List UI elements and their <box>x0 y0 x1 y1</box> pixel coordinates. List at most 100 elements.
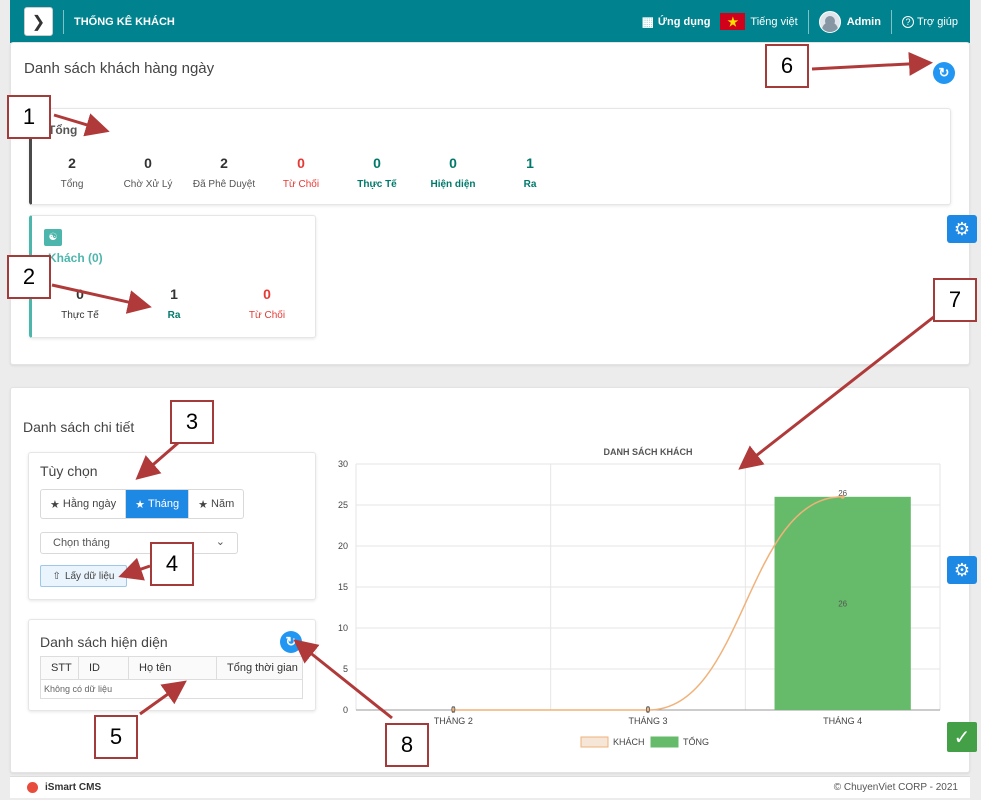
top-bar: ❯ THỐNG KÊ KHÁCH ▦ Ứng dụng ★ Tiếng việt A… <box>10 0 970 43</box>
refresh-presence-button[interactable]: ↻ <box>280 631 302 653</box>
gear-icon: ⚙ <box>953 559 971 580</box>
stat-value: 0 <box>263 286 271 302</box>
annotation-5: 5 <box>94 715 138 759</box>
menu-toggle-button[interactable]: ❯ <box>24 7 53 36</box>
stat-label: Thực Tế <box>61 310 99 321</box>
presence-table: STT ID Họ tên Tổng thời gian Không có dữ… <box>40 656 303 699</box>
stat-label: Từ Chối <box>248 310 286 321</box>
annotation-7: 7 <box>933 278 977 322</box>
period-label: Tháng <box>147 498 180 510</box>
star-icon: ★ <box>135 498 145 511</box>
language-selector[interactable]: ★ Tiếng việt <box>720 13 798 30</box>
settings-button[interactable]: ⚙ <box>947 215 977 243</box>
footer: iSmart CMS © ChuyenViet CORP - 2021 <box>10 776 970 798</box>
stat-label: Ra <box>167 310 181 321</box>
brand-logo-icon <box>27 782 38 793</box>
language-label: Tiếng việt <box>750 15 798 28</box>
options-title: Tùy chọn <box>40 463 98 479</box>
annotation-6: 6 <box>765 44 809 88</box>
chevron-down-icon: ⌄ <box>215 536 225 548</box>
star-icon: ★ <box>50 498 60 511</box>
empty-message: Không có dữ liệu <box>40 679 303 699</box>
stat-value: 0 <box>76 286 84 302</box>
stat-value: 1 <box>526 155 534 171</box>
period-label: Năm <box>211 498 235 510</box>
summary-stat: 2 Tổng <box>32 155 112 190</box>
guest-stat: 0 Từ Chối <box>227 286 307 321</box>
table-header-row: STT ID Họ tên Tổng thời gian <box>40 656 303 680</box>
user-name: Admin <box>846 15 881 28</box>
stat-label: Ra <box>523 179 537 190</box>
annotation-3: 3 <box>170 400 214 444</box>
divider <box>807 9 809 34</box>
annotation-8: 8 <box>385 723 429 767</box>
summary-stat: 0 Chờ Xử Lý <box>108 155 188 190</box>
settings-button[interactable]: ⚙ <box>947 556 977 584</box>
divider <box>63 9 64 34</box>
get-data-button[interactable]: ⇧ Lấy dữ liệu <box>40 565 127 587</box>
vietnam-flag-icon: ★ <box>720 13 746 30</box>
stat-label: Thực Tế <box>357 179 397 190</box>
summary-stat: 0 Từ Chối <box>261 155 341 190</box>
apps-label: Ứng dụng <box>657 15 711 28</box>
summary-stat: 0 Hiện diện <box>413 155 493 190</box>
apps-button[interactable]: ▦ Ứng dụng <box>642 14 711 30</box>
daily-title: Danh sách khách hàng ngày <box>24 60 215 77</box>
stat-value: 0 <box>144 155 152 171</box>
month-select-placeholder: Chọn tháng <box>53 537 110 549</box>
refresh-icon: ↻ <box>285 634 297 649</box>
stat-value: 2 <box>68 155 76 171</box>
annotation-2: 2 <box>7 255 51 299</box>
table-row: Không có dữ liệu <box>40 679 303 699</box>
summary-stat: 0 Thực Tế <box>337 155 417 190</box>
user-menu[interactable]: Admin <box>818 10 881 33</box>
month-select[interactable]: Chọn tháng ⌄ <box>40 532 238 554</box>
period-year-button[interactable]: ★ Năm <box>189 490 243 518</box>
guest-icon: ☯ <box>44 229 62 246</box>
confirm-button[interactable]: ✓ <box>947 722 977 752</box>
stat-label: Chờ Xử Lý <box>123 179 173 190</box>
guest-title: Khách (0) <box>48 251 103 265</box>
presence-title: Danh sách hiện diện <box>40 634 168 650</box>
detail-title: Danh sách chi tiết <box>23 419 135 435</box>
get-data-label: Lấy dữ liệu <box>64 570 115 582</box>
summary-title: Tổng <box>48 123 78 137</box>
period-label: Hằng ngày <box>62 498 117 510</box>
stat-label: Hiện diện <box>430 179 476 190</box>
col-total-time[interactable]: Tổng thời gian <box>216 656 303 680</box>
col-name[interactable]: Họ tên <box>128 656 217 680</box>
help-button[interactable]: ? Trợ giúp <box>901 15 958 28</box>
check-icon: ✓ <box>953 726 971 749</box>
brand-name: iSmart CMS <box>45 782 102 793</box>
chevron-right-icon: ❯ <box>31 13 46 31</box>
period-selector: ★ Hằng ngày ★ Tháng ★ Năm <box>40 489 245 519</box>
help-label: Trợ giúp <box>916 15 958 28</box>
summary-stat: 1 Ra <box>490 155 570 190</box>
annotation-4: 4 <box>150 542 194 586</box>
guest-stat: 1 Ra <box>134 286 214 321</box>
period-month-button[interactable]: ★ Tháng <box>126 490 190 518</box>
stat-label: Đã Phê Duyệt <box>192 179 256 190</box>
stat-value: 2 <box>220 155 228 171</box>
col-stt[interactable]: STT <box>40 656 79 680</box>
stat-label: Tổng <box>60 179 84 190</box>
gear-icon: ⚙ <box>953 218 971 239</box>
stat-value: 0 <box>297 155 305 171</box>
stat-value: 0 <box>449 155 457 171</box>
refresh-daily-button[interactable]: ↻ <box>933 62 955 84</box>
star-icon: ★ <box>198 498 209 511</box>
period-daily-button[interactable]: ★ Hằng ngày <box>41 490 127 518</box>
stat-value: 1 <box>170 286 178 302</box>
stat-value: 0 <box>373 155 381 171</box>
refresh-icon: ↻ <box>938 65 950 80</box>
summary-stat: 2 Đã Phê Duyệt <box>184 155 264 190</box>
upload-icon: ⇧ <box>52 570 61 582</box>
page-title: THỐNG KÊ KHÁCH <box>74 15 175 28</box>
stat-label: Từ Chối <box>282 179 320 190</box>
col-id[interactable]: ID <box>78 656 129 680</box>
help-icon: ? <box>901 15 914 28</box>
guest-stat: 0 Thực Tế <box>40 286 120 321</box>
grid-icon: ▦ <box>641 13 654 29</box>
divider <box>890 9 892 34</box>
avatar <box>818 10 841 33</box>
